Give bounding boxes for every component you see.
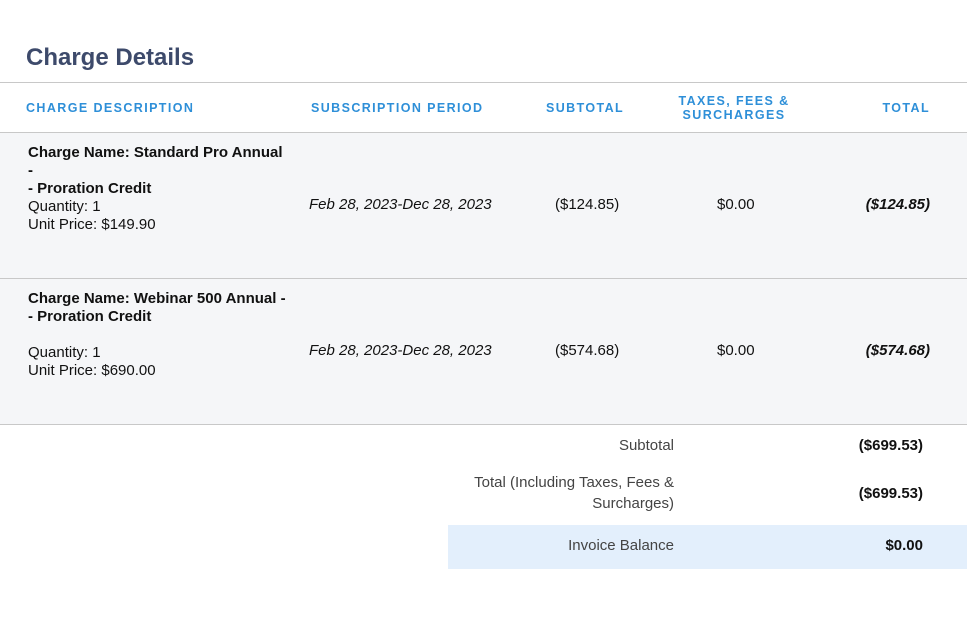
charge-total: ($574.68) — [865, 342, 930, 359]
charge-subtotal: ($124.85) — [555, 196, 620, 213]
charge-period: Feb 28, 2023-Dec 28, 2023 — [309, 196, 492, 213]
page-title: Charge Details — [26, 44, 195, 71]
summary-subtotal-value: ($699.53) — [858, 437, 923, 454]
charge-period: Feb 28, 2023-Dec 28, 2023 — [309, 342, 492, 359]
charge-name-line2: - Proration Credit — [28, 180, 152, 197]
charge-name: Charge Name: Webinar 500 Annual - - Pror… — [28, 290, 288, 326]
summary-subtotal-label: Subtotal — [618, 437, 674, 454]
charge-name-line1: Charge Name: Standard Pro Annual - — [28, 144, 283, 179]
summary-total-label-line1: Total (Including Taxes, Fees & — [474, 474, 674, 491]
summary-total-label: Total (Including Taxes, Fees & Surcharge… — [474, 472, 674, 514]
column-header-description: CHARGE DESCRIPTION — [26, 101, 195, 115]
charge-unit-price: Unit Price: $690.00 — [28, 362, 156, 379]
charge-taxes: $0.00 — [717, 196, 755, 213]
column-header-period: SUBSCRIPTION PERIOD — [311, 101, 484, 115]
summary-total-label-line2: Surcharges) — [592, 495, 674, 512]
column-header-subtotal: SUBTOTAL — [546, 101, 625, 115]
summary-total-value: ($699.53) — [858, 485, 923, 502]
charge-total: ($124.85) — [865, 196, 930, 213]
charge-meta: Quantity: 1 Unit Price: $149.90 — [28, 198, 288, 234]
column-header-total: TOTAL — [882, 101, 930, 115]
table-bottom-divider — [0, 424, 967, 425]
charge-name: Charge Name: Standard Pro Annual - - Pro… — [28, 144, 288, 198]
table-row: Charge Name: Standard Pro Annual - - Pro… — [0, 133, 967, 278]
charge-taxes: $0.00 — [717, 342, 755, 359]
charge-subtotal: ($574.68) — [555, 342, 620, 359]
charge-name-line2: - Proration Credit — [28, 308, 152, 325]
invoice-balance-value: $0.00 — [885, 537, 923, 554]
column-header-taxes-line1: TAXES, FEES & — [678, 94, 790, 108]
charge-meta: Quantity: 1 Unit Price: $690.00 — [28, 344, 288, 380]
charge-quantity: Quantity: 1 — [28, 344, 101, 361]
table-row: Charge Name: Webinar 500 Annual - - Pror… — [0, 279, 967, 424]
invoice-balance-label: Invoice Balance — [568, 537, 674, 554]
column-header-taxes: TAXES, FEES & SURCHARGES — [660, 94, 808, 122]
header-top-divider — [0, 82, 967, 83]
charge-quantity: Quantity: 1 — [28, 198, 101, 215]
charge-unit-price: Unit Price: $149.90 — [28, 216, 156, 233]
column-header-taxes-line2: SURCHARGES — [682, 108, 786, 122]
charge-name-line1: Charge Name: Webinar 500 Annual - — [28, 290, 286, 307]
